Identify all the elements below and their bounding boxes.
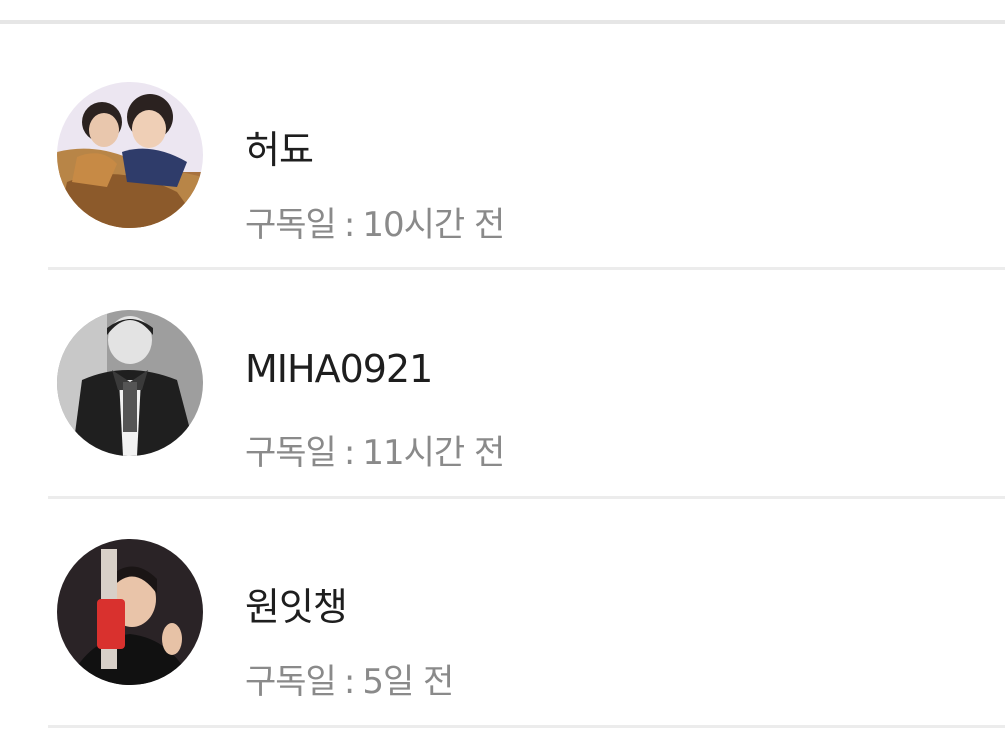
subscriber-name: MIHA0921 bbox=[245, 347, 433, 391]
subscriber-item[interactable]: 허됴 구독일:10시간 전 bbox=[0, 24, 1005, 270]
separator: : bbox=[343, 433, 355, 473]
subscribe-time: 5일 전 bbox=[362, 662, 454, 702]
subscribe-date-label: 구독일 bbox=[245, 662, 337, 702]
avatar[interactable] bbox=[57, 539, 203, 685]
subscribe-date-label: 구독일 bbox=[245, 205, 337, 245]
subscribe-date-label: 구독일 bbox=[245, 433, 337, 473]
subscriber-list: 허됴 구독일:10시간 전 MIHA0921 구독일:11시간 전 원잇챙 구독… bbox=[0, 24, 1005, 728]
subscribe-date: 구독일:11시간 전 bbox=[245, 425, 505, 474]
avatar[interactable] bbox=[57, 310, 203, 456]
subscribe-time: 10시간 전 bbox=[362, 205, 505, 245]
subscriber-item[interactable]: 원잇챙 구독일:5일 전 bbox=[0, 499, 1005, 728]
subscriber-name: 허됴 bbox=[245, 128, 314, 172]
avatar-photo bbox=[57, 539, 203, 685]
subscribe-time: 11시간 전 bbox=[362, 433, 505, 473]
avatar-photo bbox=[57, 310, 203, 456]
subscribe-date: 구독일:10시간 전 bbox=[245, 197, 505, 246]
avatar[interactable] bbox=[57, 82, 203, 228]
subscriber-name: 원잇챙 bbox=[245, 585, 348, 629]
avatar-photo bbox=[57, 82, 203, 228]
separator: : bbox=[343, 662, 355, 702]
row-divider bbox=[48, 725, 1005, 728]
subscriber-item[interactable]: MIHA0921 구독일:11시간 전 bbox=[0, 270, 1005, 499]
subscribe-date: 구독일:5일 전 bbox=[245, 654, 454, 703]
separator: : bbox=[343, 205, 355, 245]
